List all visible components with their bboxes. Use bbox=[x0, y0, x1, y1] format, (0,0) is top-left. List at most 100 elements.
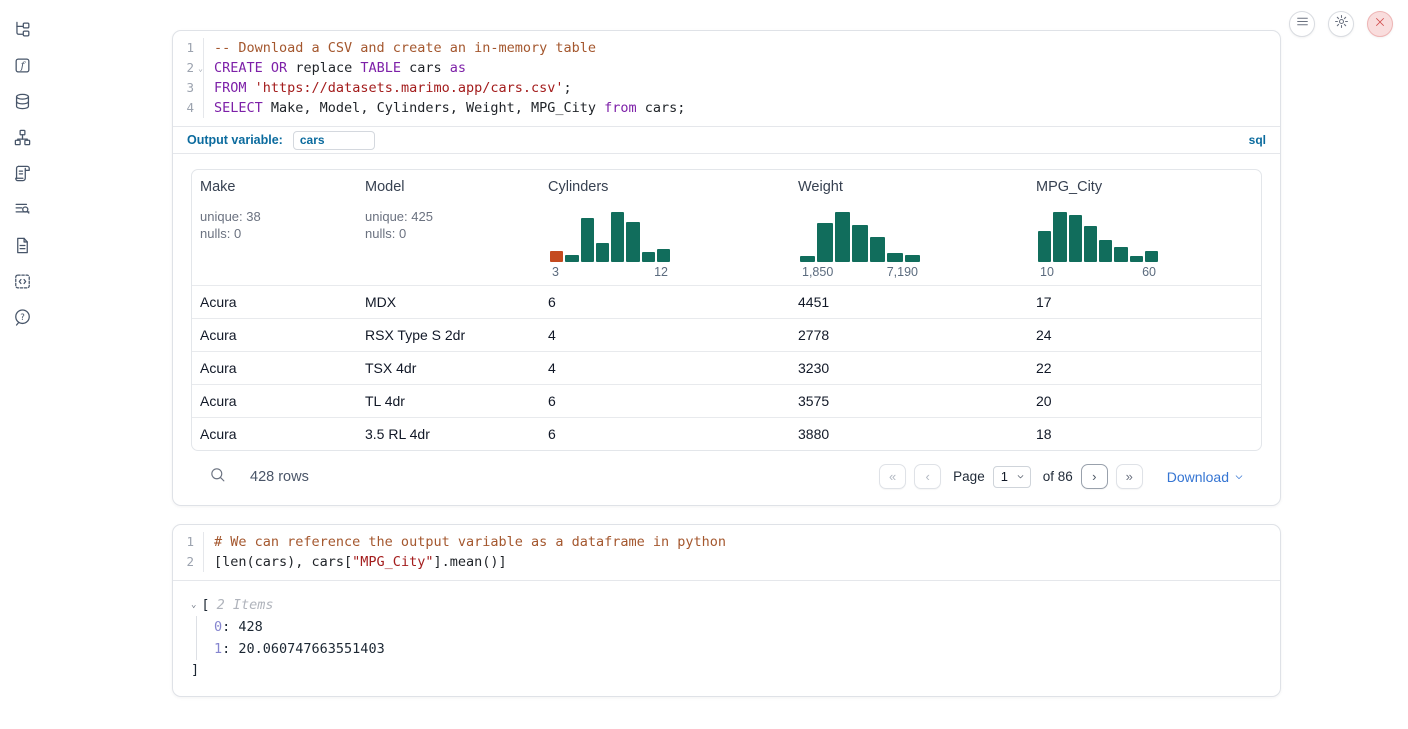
table-cell: 24 bbox=[1028, 319, 1261, 351]
first-page-button[interactable]: « bbox=[879, 464, 906, 489]
fold-icon[interactable]: ⌄ bbox=[198, 59, 203, 79]
table-cell: RSX Type S 2dr bbox=[357, 319, 540, 351]
table-cell: Acura bbox=[192, 385, 357, 417]
histogram-bar bbox=[1084, 226, 1097, 262]
weight-histogram[interactable] bbox=[800, 210, 920, 262]
document-icon bbox=[13, 236, 32, 260]
sidebar-item-variables[interactable]: f bbox=[12, 59, 32, 77]
code-line[interactable]: 1# We can reference the output variable … bbox=[173, 532, 1280, 552]
column-stats: unique: 425 nulls: 0 bbox=[365, 208, 532, 242]
close-bracket: ] bbox=[191, 660, 1264, 680]
python-code-editor[interactable]: 1# We can reference the output variable … bbox=[173, 525, 1280, 580]
table-cell: 3880 bbox=[790, 418, 1028, 450]
sidebar-item-documentation[interactable] bbox=[12, 239, 32, 257]
cylinders-axis: 312 bbox=[550, 262, 670, 279]
table-footer: 428 rows « ‹ Page 1 of 86 › bbox=[191, 451, 1262, 505]
sidebar-item-data-sources[interactable] bbox=[12, 95, 32, 113]
histogram-bar bbox=[565, 255, 578, 262]
svg-text:?: ? bbox=[20, 313, 25, 323]
table-row[interactable]: AcuraMDX6445117 bbox=[192, 285, 1261, 318]
column-header-make[interactable]: Make unique: 38 nulls: 0 bbox=[192, 170, 357, 285]
code-line[interactable]: 1-- Download a CSV and create an in-memo… bbox=[173, 38, 1280, 58]
histogram-bar bbox=[1038, 231, 1051, 262]
chevrons-right-icon: » bbox=[1126, 469, 1133, 484]
sidebar-panel: f ? bbox=[0, 0, 44, 729]
chevron-down-icon bbox=[1016, 469, 1025, 484]
language-badge: sql bbox=[1249, 133, 1266, 147]
column-header-cylinders[interactable]: Cylinders 312 bbox=[540, 170, 790, 285]
histogram-bar bbox=[817, 223, 832, 262]
histogram-bar bbox=[1099, 240, 1112, 262]
cylinders-histogram[interactable] bbox=[550, 210, 670, 262]
histogram-bar bbox=[852, 225, 867, 262]
search-button[interactable] bbox=[209, 466, 226, 488]
column-title: Cylinders bbox=[548, 179, 782, 195]
sidebar-item-help[interactable]: ? bbox=[12, 311, 32, 329]
file-tree-icon bbox=[13, 20, 32, 44]
weight-axis: 1,8507,190 bbox=[800, 262, 920, 279]
column-header-mpg-city[interactable]: MPG_City 1060 bbox=[1028, 170, 1261, 285]
sql-code-editor[interactable]: 1-- Download a CSV and create an in-memo… bbox=[173, 31, 1280, 126]
code-line[interactable]: 2⌄CREATE OR replace TABLE cars as bbox=[173, 58, 1280, 78]
histogram-bar bbox=[1053, 212, 1066, 262]
column-stats: unique: 38 nulls: 0 bbox=[200, 208, 349, 242]
mpg-city-axis: 1060 bbox=[1038, 262, 1158, 279]
column-title: Make bbox=[200, 179, 349, 195]
table-body: AcuraMDX6445117AcuraRSX Type S 2dr427782… bbox=[192, 285, 1261, 450]
histogram-bar bbox=[596, 243, 609, 262]
last-page-button[interactable]: » bbox=[1116, 464, 1143, 489]
settings-button[interactable] bbox=[1328, 11, 1354, 37]
menu-button[interactable] bbox=[1289, 11, 1315, 37]
sidebar-item-logs[interactable] bbox=[12, 203, 32, 221]
sidebar-item-dependency-graph[interactable] bbox=[12, 131, 32, 149]
output-tree-entries: 0: 4281: 20.060747663551403 bbox=[196, 616, 1264, 660]
shutdown-button[interactable] bbox=[1367, 11, 1393, 37]
table-cell: 6 bbox=[540, 385, 790, 417]
table-cell: 22 bbox=[1028, 352, 1261, 384]
row-count: 428 rows bbox=[250, 469, 309, 485]
data-table: Make unique: 38 nulls: 0 Model unique: 4… bbox=[191, 169, 1262, 451]
table-cell: 17 bbox=[1028, 286, 1261, 318]
next-page-button[interactable]: › bbox=[1081, 464, 1108, 489]
mpg-city-histogram[interactable] bbox=[1038, 210, 1158, 262]
table-row[interactable]: Acura3.5 RL 4dr6388018 bbox=[192, 417, 1261, 450]
column-title: Weight bbox=[798, 179, 1020, 195]
sidebar-item-file-explorer[interactable] bbox=[12, 23, 32, 41]
table-cell: 3.5 RL 4dr bbox=[357, 418, 540, 450]
histogram-bar bbox=[835, 212, 850, 262]
open-bracket: [ bbox=[201, 597, 209, 613]
code-line[interactable]: 4SELECT Make, Model, Cylinders, Weight, … bbox=[173, 98, 1280, 118]
table-cell: Acura bbox=[192, 319, 357, 351]
table-cell: 4451 bbox=[790, 286, 1028, 318]
page-select[interactable]: 1 bbox=[993, 466, 1031, 488]
column-header-model[interactable]: Model unique: 425 nulls: 0 bbox=[357, 170, 540, 285]
sidebar-item-snippets[interactable] bbox=[12, 275, 32, 293]
python-output: ⌄ [ 2 Items 0: 4281: 20.060747663551403 … bbox=[173, 580, 1280, 696]
python-cell: 1# We can reference the output variable … bbox=[172, 524, 1281, 697]
table-row[interactable]: AcuraRSX Type S 2dr4277824 bbox=[192, 318, 1261, 351]
collapse-caret-icon[interactable]: ⌄ bbox=[191, 600, 196, 610]
prev-page-button[interactable]: ‹ bbox=[914, 464, 941, 489]
table-header: Make unique: 38 nulls: 0 Model unique: 4… bbox=[192, 170, 1261, 285]
code-line[interactable]: 2[len(cars), cars["MPG_City"].mean()] bbox=[173, 552, 1280, 572]
notebook-area: 1-- Download a CSV and create an in-memo… bbox=[172, 30, 1281, 715]
download-button[interactable]: Download bbox=[1167, 469, 1244, 485]
output-tree-root[interactable]: ⌄ [ 2 Items bbox=[191, 594, 1264, 616]
output-variable-input[interactable] bbox=[293, 131, 375, 150]
chevrons-left-icon: « bbox=[889, 469, 896, 484]
output-variable-label: Output variable: bbox=[187, 133, 283, 147]
table-row[interactable]: AcuraTL 4dr6357520 bbox=[192, 384, 1261, 417]
table-cell: 2778 bbox=[790, 319, 1028, 351]
histogram-bar bbox=[1069, 215, 1082, 262]
column-header-weight[interactable]: Weight 1,8507,190 bbox=[790, 170, 1028, 285]
table-cell: Acura bbox=[192, 286, 357, 318]
dependency-graph-icon bbox=[13, 128, 32, 152]
page-total-label: of 86 bbox=[1043, 469, 1073, 484]
list-search-icon bbox=[13, 200, 32, 224]
sidebar-item-scratchpad[interactable] bbox=[12, 167, 32, 185]
table-cell: 3230 bbox=[790, 352, 1028, 384]
code-line[interactable]: 3FROM 'https://datasets.marimo.app/cars.… bbox=[173, 78, 1280, 98]
table-row[interactable]: AcuraTSX 4dr4323022 bbox=[192, 351, 1261, 384]
table-output: Make unique: 38 nulls: 0 Model unique: 4… bbox=[173, 154, 1280, 505]
close-icon bbox=[1374, 15, 1386, 33]
